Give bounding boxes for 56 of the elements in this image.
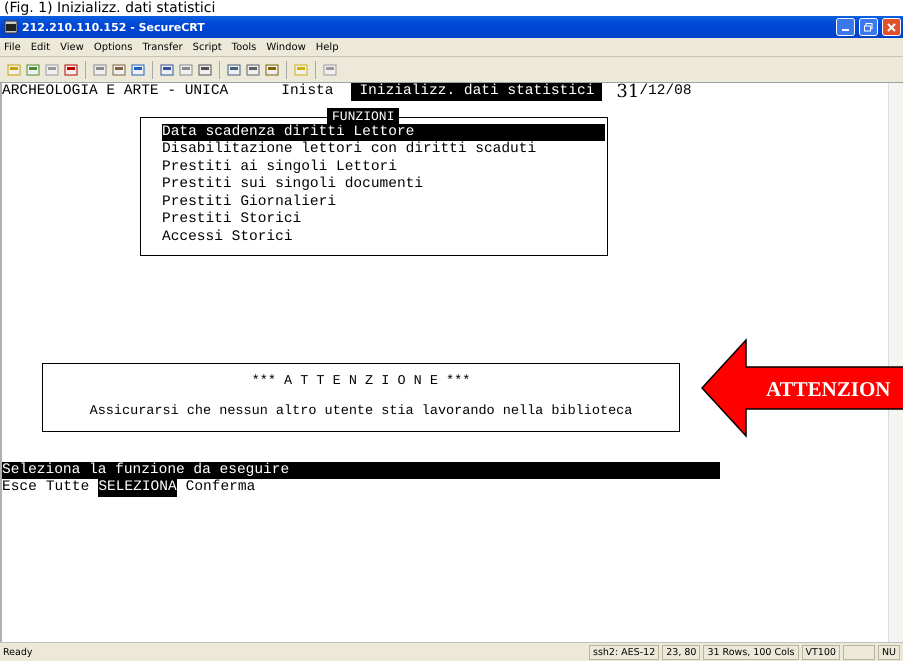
menu-item[interactable]: Tools [232,42,256,52]
toolbar-icon[interactable] [63,62,79,78]
close-icon [887,22,896,32]
function-item[interactable]: Prestiti Giornalieri [162,194,607,211]
menu-item[interactable]: Window [266,42,306,52]
toolbar-icon[interactable] [111,62,127,78]
status-pane: 23, 80 [662,644,700,660]
handwritten-day: 31 [616,83,640,100]
function-key[interactable]: SELEZIONA [98,479,177,496]
function-key[interactable]: Conferma [186,479,256,496]
restore-icon [864,22,873,32]
function-item[interactable]: Data scadenza diritti Lettore [162,124,605,141]
figure-caption: (Fig. 1) Inizializz. dati statistici [3,0,216,16]
status-message: Ready [2,646,34,658]
menu-item[interactable]: Options [94,42,132,52]
function-key[interactable]: Esce [2,479,37,496]
empty-status-pane [842,644,875,660]
toolbar-icon[interactable] [264,62,280,78]
application-title: ARCHEOLOGIA E ARTE - UNICA [2,83,228,100]
function-item[interactable]: Prestiti sui singoli documenti [162,176,607,194]
toolbar-icon[interactable] [245,62,261,78]
user-name: Inista [281,83,334,100]
status-pane: 31 Rows, 100 Cols [703,644,798,660]
toolbar-icon[interactable] [197,62,213,78]
date-text: /12/08 [639,83,692,100]
menu-item[interactable]: Transfer [142,42,183,52]
toolbar-icon[interactable] [178,62,194,78]
menu-item[interactable]: Help [316,42,339,52]
menu-item[interactable]: File [4,42,21,52]
status-pane: ssh2: AES-12 [589,644,660,660]
function-key[interactable]: Tutte [46,479,90,496]
close-button[interactable] [882,18,901,36]
maximize-button[interactable] [859,18,878,36]
menu-item[interactable]: Script [192,42,222,52]
prompt-bar: Seleziona la funzione da eseguire [2,462,720,479]
function-item[interactable]: Prestiti ai singoli Lettori [162,158,607,176]
callout-label: ATTENZION [766,377,890,401]
toolbar-icon[interactable] [25,62,41,78]
toolbar-icon[interactable] [226,62,242,78]
minimize-button[interactable] [836,18,855,36]
toolbar-icon[interactable] [92,62,108,78]
status-pane: NU [878,644,900,660]
warning-message: Assicurarsi che nessun altro utente stia lavorando nella biblioteca [90,403,632,420]
function-title: Inizializz. dati statistici [351,83,602,100]
warning-title: *** A T T E N Z I O N E *** [252,372,470,390]
terminal-icon [4,20,18,34]
menu-item[interactable]: View [60,42,84,52]
panel-title: FUNZIONI [327,108,400,124]
function-item[interactable]: Prestiti Storici [162,211,607,228]
window-title: 212.210.110.152 - SecureCRT [22,20,206,34]
function-item[interactable]: Disabilitazione lettori con diritti scaduti [162,141,607,158]
menu-item[interactable]: Edit [30,42,50,52]
status-pane: VT100 [802,644,840,660]
toolbar-icon[interactable] [159,62,175,78]
function-item[interactable]: Accessi Storici [162,228,607,246]
toolbar-icon[interactable] [130,62,146,78]
